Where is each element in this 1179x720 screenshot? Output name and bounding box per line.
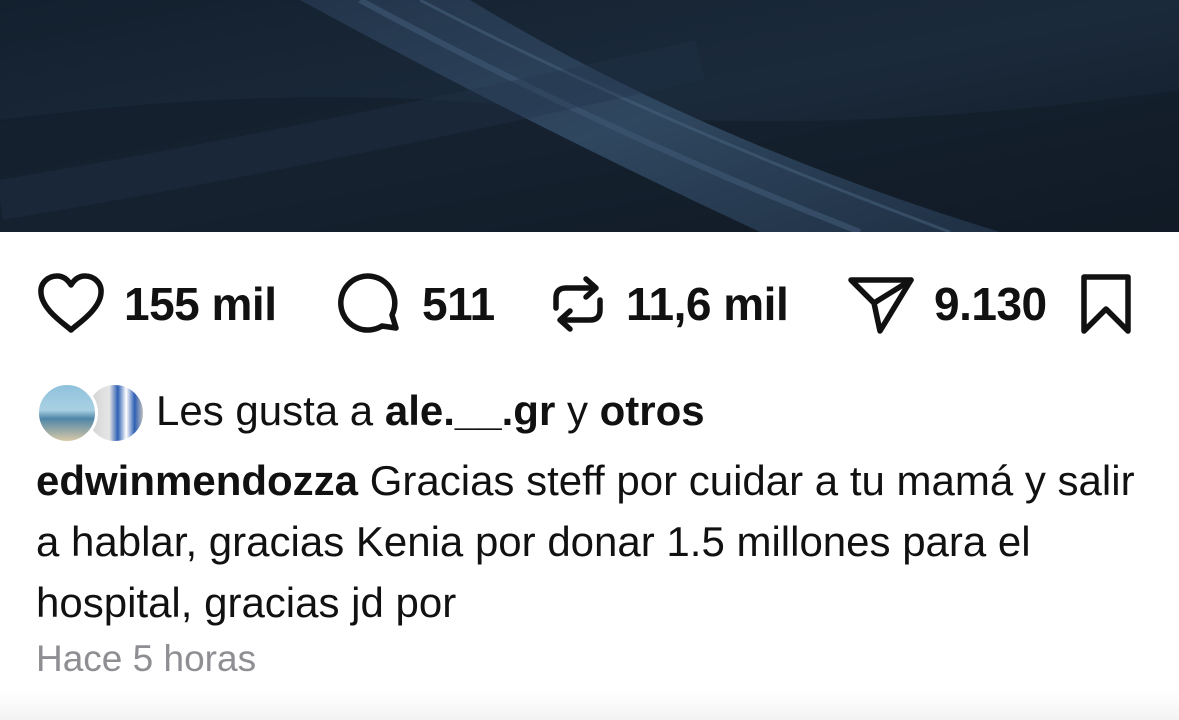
liked-by-connector: y	[566, 387, 588, 434]
save-button[interactable]	[1078, 273, 1134, 340]
post-image[interactable]	[0, 0, 1179, 232]
liked-by-prefix: Les gusta a	[156, 387, 374, 434]
repost-arrows-icon	[548, 272, 608, 336]
bottom-fade	[0, 690, 1179, 720]
repost-count: 11,6 mil	[626, 278, 789, 330]
comment-count: 511	[422, 278, 495, 330]
caption-username[interactable]: edwinmendozza	[36, 457, 358, 504]
comment-bubble-icon	[336, 270, 404, 338]
repost-button[interactable]: 11,6 mil	[548, 262, 789, 346]
avatar	[36, 382, 98, 444]
liked-by-line[interactable]: Les gusta a ale.__.gr y otros	[36, 378, 705, 444]
post-image-graphic	[0, 0, 1179, 232]
bookmark-icon	[1078, 274, 1134, 339]
action-bar: 155 mil 511 11,6 mil 9.130	[0, 262, 1179, 346]
comment-button[interactable]: 511	[336, 262, 495, 346]
post-timestamp: Hace 5 horas	[36, 638, 257, 679]
liked-by-avatars	[36, 378, 146, 444]
liked-by-others-link[interactable]: otros	[600, 387, 705, 435]
share-button[interactable]: 9.130	[846, 262, 1047, 346]
post-caption: edwinmendozza Gracias steff por cuidar a…	[36, 450, 1146, 633]
paper-plane-icon	[846, 272, 916, 336]
share-count: 9.130	[934, 278, 1047, 330]
like-button[interactable]: 155 mil	[36, 262, 277, 346]
like-count: 155 mil	[124, 278, 277, 330]
heart-icon	[36, 272, 106, 336]
liked-by-user-link[interactable]: ale.__.gr	[385, 387, 555, 435]
